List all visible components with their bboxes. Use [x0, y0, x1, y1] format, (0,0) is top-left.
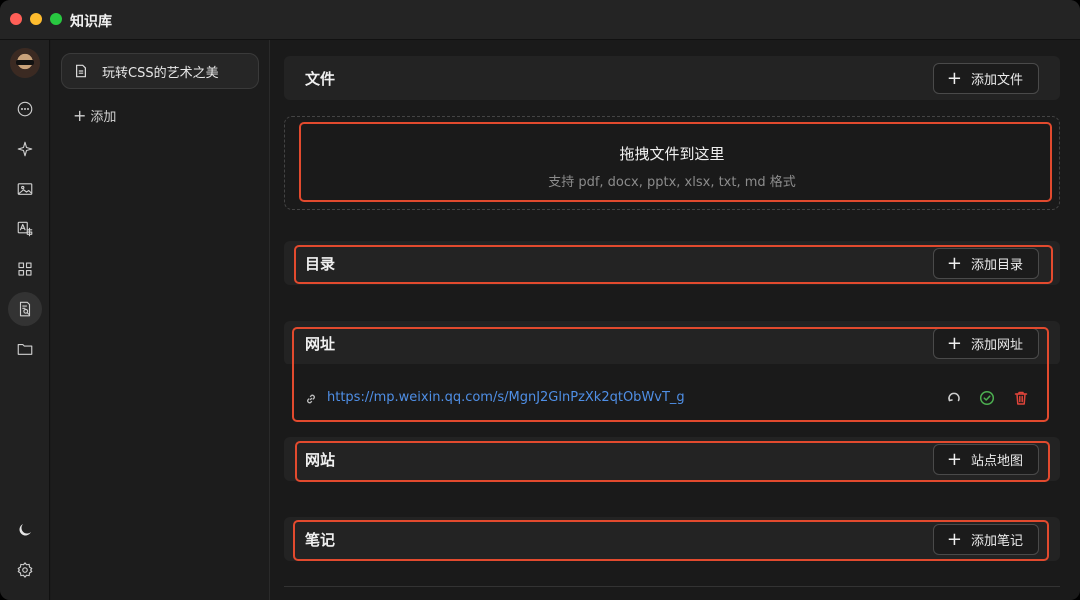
plus-icon: +	[946, 332, 962, 354]
knowledge-list-pane: 玩转CSS的艺术之美 + 添加	[51, 40, 270, 600]
chat-icon[interactable]	[13, 97, 37, 121]
website-title: 网站	[305, 451, 336, 469]
add-directory-label: 添加目录	[970, 258, 1023, 273]
moon-icon[interactable]	[13, 518, 37, 542]
divider	[284, 586, 1060, 587]
knowledge-base-item[interactable]: 玩转CSS的艺术之美	[61, 53, 259, 89]
sparkle-icon[interactable]	[13, 137, 37, 161]
url-list-item[interactable]: https://mp.weixin.qq.com/s/MgnJ2GlnPzXk2…	[284, 364, 1060, 432]
translate-icon[interactable]	[13, 217, 37, 241]
notes-section-header: 笔记 + 添加笔记	[284, 517, 1060, 561]
sitemap-button[interactable]: + 站点地图	[932, 444, 1039, 475]
plus-icon: +	[946, 528, 962, 550]
settings-icon[interactable]	[13, 558, 37, 582]
minimize-window-button[interactable]	[30, 13, 42, 25]
delete-icon[interactable]	[1013, 390, 1029, 406]
file-dropzone[interactable]: 拖拽文件到这里 支持 pdf, docx, pptx, xlsx, txt, m…	[284, 116, 1060, 210]
main-content: 文件 + 添加文件 拖拽文件到这里 支持 pdf, docx, pptx, xl…	[270, 40, 1080, 600]
check-circle-icon	[979, 390, 995, 406]
folder-icon[interactable]	[13, 337, 37, 361]
document-icon	[76, 64, 86, 78]
files-section-header: 文件 + 添加文件	[284, 56, 1060, 100]
directory-title: 目录	[305, 255, 336, 273]
add-url-label: 添加网址	[970, 338, 1023, 353]
directory-section-header: 目录 + 添加目录	[284, 241, 1060, 285]
close-window-button[interactable]	[10, 13, 22, 25]
plus-icon: +	[73, 105, 87, 125]
add-knowledge-base-button[interactable]: + 添加	[73, 106, 116, 125]
icon-sidebar	[0, 40, 50, 600]
app-title: 知识库	[70, 14, 112, 30]
add-file-button[interactable]: + 添加文件	[932, 63, 1039, 94]
plus-icon: +	[946, 67, 962, 89]
title-bar: 知识库	[0, 0, 1080, 40]
urls-section-header: 网址 + 添加网址	[284, 321, 1060, 365]
apps-icon[interactable]	[13, 257, 37, 281]
files-title: 文件	[305, 70, 336, 88]
avatar[interactable]	[10, 48, 40, 78]
link-icon	[304, 391, 318, 405]
plus-icon: +	[946, 448, 962, 470]
app-window: 知识库 玩转CSS的艺术之美 + 添加 文件 + 添加文件 拖拽文件到这里 支持…	[0, 0, 1080, 600]
add-directory-button[interactable]: + 添加目录	[932, 248, 1039, 279]
url-link[interactable]: https://mp.weixin.qq.com/s/MgnJ2GlnPzXk2…	[327, 390, 685, 405]
add-url-button[interactable]: + 添加网址	[932, 328, 1039, 359]
image-icon[interactable]	[13, 177, 37, 201]
add-label: 添加	[90, 110, 117, 125]
website-section-header: 网站 + 站点地图	[284, 437, 1060, 481]
urls-title: 网址	[305, 335, 336, 353]
dropzone-title: 拖拽文件到这里	[619, 145, 725, 163]
refresh-icon[interactable]	[946, 390, 962, 406]
add-note-label: 添加笔记	[970, 534, 1023, 549]
sitemap-label: 站点地图	[970, 454, 1023, 469]
add-file-label: 添加文件	[970, 73, 1023, 88]
dropzone-subtitle: 支持 pdf, docx, pptx, xlsx, txt, md 格式	[548, 175, 796, 190]
notes-title: 笔记	[305, 531, 336, 549]
knowledge-base-label: 玩转CSS的艺术之美	[102, 65, 219, 81]
plus-icon: +	[946, 252, 962, 274]
maximize-window-button[interactable]	[50, 13, 62, 25]
knowledge-icon[interactable]	[8, 292, 42, 326]
add-note-button[interactable]: + 添加笔记	[932, 524, 1039, 555]
